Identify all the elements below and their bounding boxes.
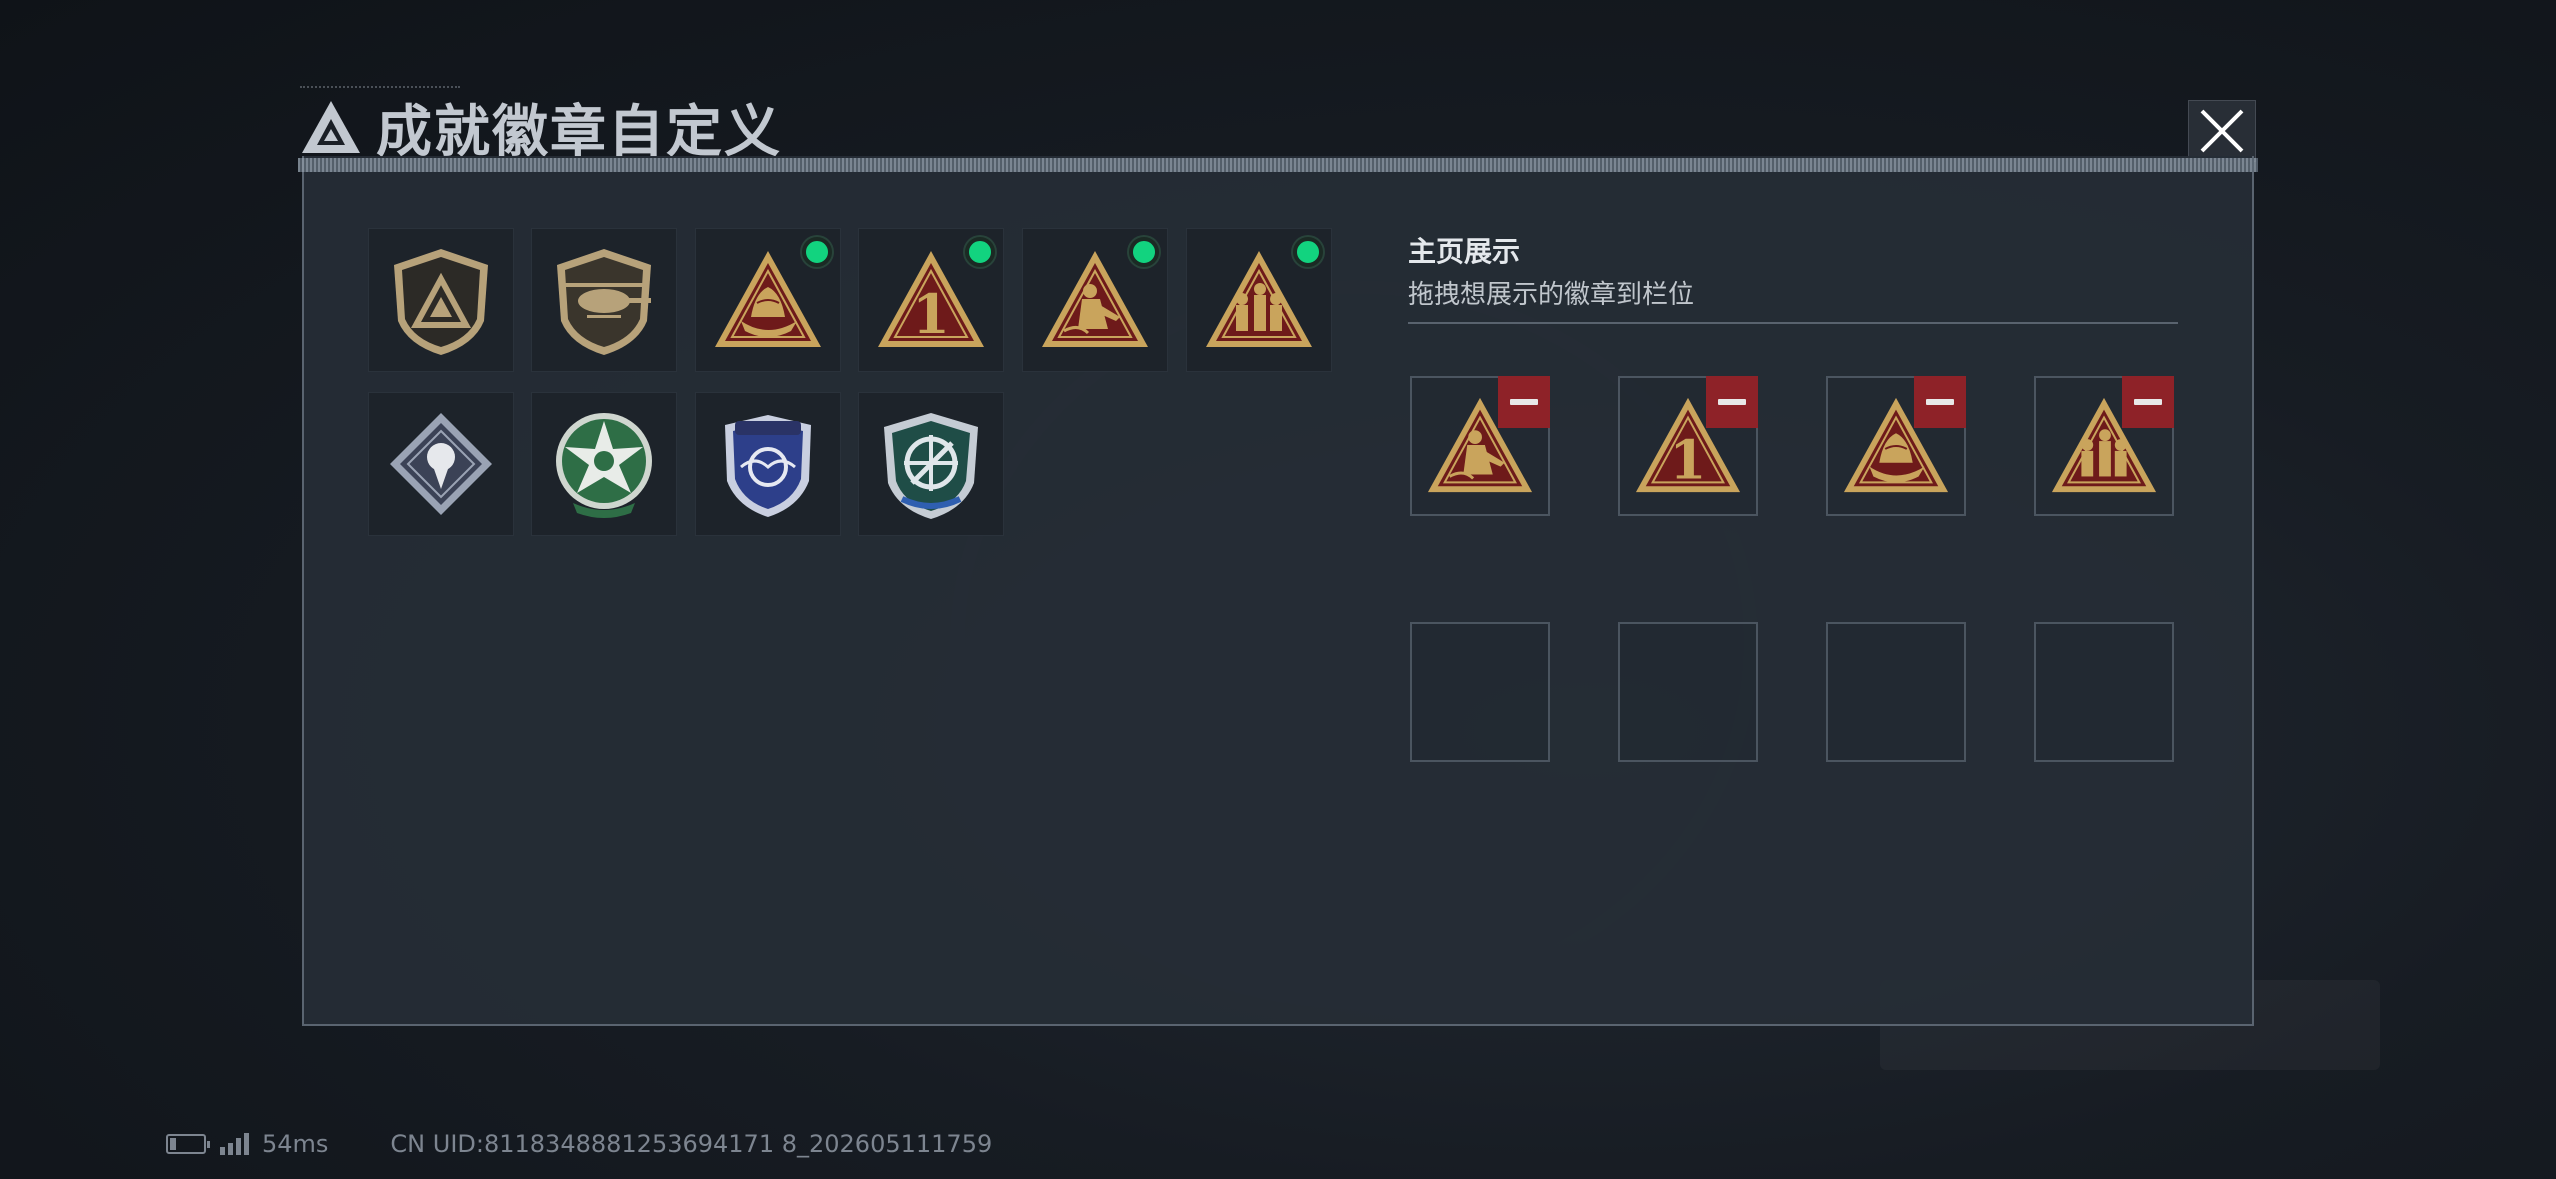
showcase-slot-empty[interactable] bbox=[1618, 622, 1758, 762]
badge-item[interactable] bbox=[368, 392, 514, 536]
badge-item[interactable] bbox=[368, 228, 514, 372]
showcase-divider bbox=[1408, 322, 2178, 324]
status-bar: 54ms CN UID:8118348881253694171 8_202605… bbox=[166, 1126, 992, 1162]
remove-badge-button[interactable] bbox=[1706, 376, 1758, 428]
minus-icon bbox=[1510, 399, 1538, 405]
showcase-slot-filled[interactable] bbox=[1410, 376, 1550, 516]
delta-logo-icon bbox=[302, 101, 360, 153]
badge-item[interactable] bbox=[531, 228, 677, 372]
equipped-indicator bbox=[965, 237, 995, 267]
svg-text:1: 1 bbox=[1670, 428, 1707, 491]
close-button[interactable] bbox=[2188, 100, 2256, 162]
dialog-header: 成就徽章自定义 bbox=[300, 92, 782, 165]
remove-badge-button[interactable] bbox=[1498, 376, 1550, 428]
signal-icon bbox=[220, 1133, 252, 1155]
showcase-slot-filled[interactable] bbox=[1826, 376, 1966, 516]
blue-wing-shield-badge-icon bbox=[725, 415, 811, 517]
badge-item[interactable] bbox=[695, 392, 841, 536]
crosshair-shield-badge-icon bbox=[884, 413, 978, 519]
panel-top-border bbox=[298, 158, 2258, 172]
showcase-slot-empty[interactable] bbox=[1410, 622, 1550, 762]
badge-item[interactable] bbox=[858, 392, 1004, 536]
badge-item[interactable] bbox=[1022, 228, 1168, 372]
badge-item[interactable] bbox=[1186, 228, 1332, 372]
remove-badge-button[interactable] bbox=[2122, 376, 2174, 428]
equipped-indicator bbox=[802, 237, 832, 267]
triangle-logo-shield-badge-icon bbox=[394, 249, 488, 355]
remove-badge-button[interactable] bbox=[1914, 376, 1966, 428]
showcase-slot-filled[interactable]: 1 bbox=[1618, 376, 1758, 516]
minus-icon bbox=[1718, 399, 1746, 405]
showcase-slot-filled[interactable] bbox=[2034, 376, 2174, 516]
rose-diamond-badge-icon bbox=[390, 413, 492, 515]
svg-text:1: 1 bbox=[912, 282, 950, 346]
equipped-indicator bbox=[1129, 237, 1159, 267]
badge-item[interactable] bbox=[531, 392, 677, 536]
helicopter-shield-badge-icon bbox=[557, 249, 651, 355]
showcase-slot-empty[interactable] bbox=[1826, 622, 1966, 762]
uid-text: CN UID:8118348881253694171 8_20260511175… bbox=[390, 1130, 993, 1158]
minus-icon bbox=[2134, 399, 2162, 405]
showcase-slot-empty[interactable] bbox=[2034, 622, 2174, 762]
badge-item[interactable] bbox=[695, 228, 841, 372]
showcase-subtitle: 拖拽想展示的徽章到栏位 bbox=[1408, 280, 1695, 310]
equipped-indicator bbox=[1293, 237, 1323, 267]
ping-value: 54ms bbox=[262, 1130, 329, 1158]
battery-icon bbox=[166, 1134, 210, 1154]
minus-icon bbox=[1926, 399, 1954, 405]
badge-item[interactable]: 1 bbox=[858, 228, 1004, 372]
showcase-title: 主页展示 bbox=[1408, 235, 1521, 268]
close-icon bbox=[2200, 109, 2244, 153]
green-star-badge-icon bbox=[556, 413, 652, 518]
